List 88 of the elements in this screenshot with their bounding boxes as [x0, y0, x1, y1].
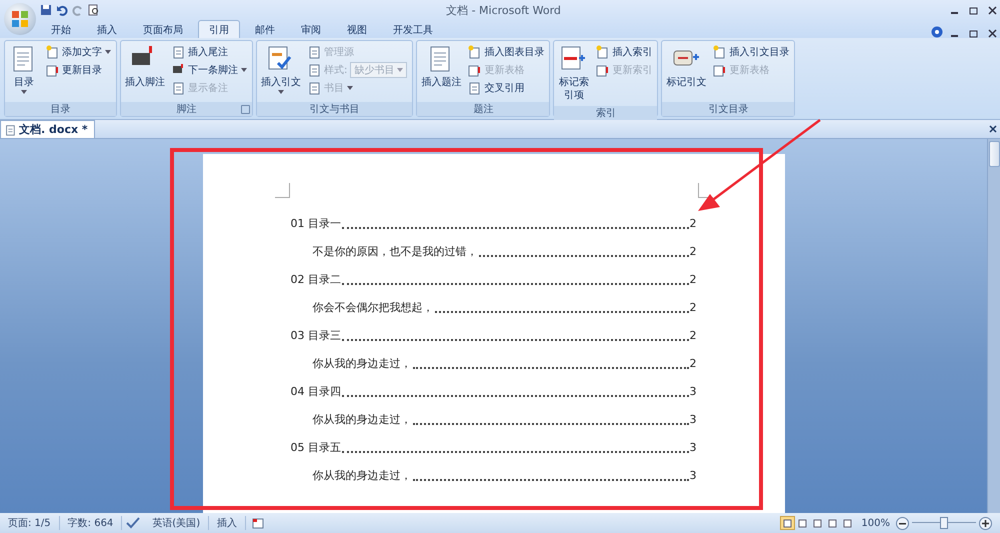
page-number: 2	[690, 272, 696, 286]
dialog-launcher[interactable]	[241, 105, 250, 114]
ribbon-tab[interactable]: 插入	[86, 20, 128, 38]
page-number: 2	[690, 328, 696, 342]
scrollbar[interactable]	[987, 139, 1000, 513]
print-preview-icon[interactable]	[88, 4, 100, 16]
page-icon	[467, 81, 482, 95]
toc-entry[interactable]: 04 目录四	[290, 384, 341, 398]
page-number: 3	[690, 440, 696, 454]
office-button[interactable]	[4, 3, 36, 35]
toc-entry[interactable]: 05 目录五	[290, 440, 341, 454]
page-exclamation-icon	[45, 63, 59, 77]
ribbon-button[interactable]: 添加文字	[43, 44, 113, 60]
ribbon-tab[interactable]: 视图	[336, 20, 378, 38]
macro-icon[interactable]	[252, 518, 264, 528]
ribbon-tab[interactable]: 开发工具	[382, 20, 444, 38]
document-icon	[4, 124, 16, 136]
page-icon	[307, 63, 321, 77]
undo-icon[interactable]	[56, 4, 68, 16]
ribbon-tab[interactable]: 审阅	[290, 20, 332, 38]
toc-entry[interactable]: 03 目录三	[290, 328, 341, 342]
insert-mode[interactable]: 插入	[209, 516, 246, 530]
toc-entry[interactable]: 你会不会偶尔把我想起，	[312, 300, 434, 314]
page-icon	[171, 45, 185, 59]
page-number: 3	[690, 412, 696, 426]
office-logo	[11, 10, 29, 28]
group-label: 脚注	[176, 102, 196, 116]
page-exclamation-icon	[467, 63, 482, 77]
ribbon-button[interactable]: 插入引文目录	[710, 44, 792, 60]
ribbon-large-button[interactable]: 插入题注	[420, 43, 462, 100]
caret-icon	[397, 68, 404, 72]
window-title: 文档 - Microsoft Word	[446, 2, 561, 18]
restore-icon[interactable]	[969, 6, 978, 14]
group-label: 引文与书目	[310, 102, 360, 116]
ribbon-large-button[interactable]: 插入脚注	[124, 43, 166, 100]
close-icon[interactable]	[988, 29, 997, 38]
page-icon	[171, 81, 185, 95]
word-count: 字数: 664	[60, 516, 122, 530]
group-label: 索引	[596, 106, 616, 120]
zoom-in-button[interactable]	[979, 516, 992, 530]
language[interactable]: 英语(美国)	[144, 516, 210, 530]
page-icon	[307, 45, 321, 59]
ribbon-tab[interactable]: 页面布局	[132, 20, 194, 38]
close-icon[interactable]	[989, 125, 997, 133]
margin-mark	[274, 183, 290, 198]
plus-icon	[982, 520, 989, 526]
ribbon-button[interactable]: 更新目录	[43, 62, 113, 78]
help-icon[interactable]	[931, 26, 943, 38]
page-number: 2	[690, 300, 696, 314]
page-exclamation-icon	[595, 63, 610, 77]
ribbon-tab[interactable]: 引用	[198, 20, 240, 38]
save-icon[interactable]	[40, 4, 52, 16]
page-number: 3	[690, 468, 696, 482]
page-icon	[307, 81, 321, 95]
page-number: 2	[690, 216, 696, 230]
ribbon-button[interactable]: 交叉引用	[465, 80, 546, 96]
toc-entry[interactable]: 你从我的身边走过，	[312, 468, 412, 482]
page-number: 3	[690, 384, 696, 398]
ribbon-button[interactable]: 插入图表目录	[465, 44, 546, 60]
scroll-thumb[interactable]	[988, 141, 1000, 167]
document-tab[interactable]: 文档. docx *	[0, 120, 95, 138]
ribbon-large-button[interactable]: 插入引文	[260, 43, 302, 100]
close-icon[interactable]	[988, 6, 997, 14]
toc-entry[interactable]: 你从我的身边走过，	[312, 412, 412, 426]
restore-icon[interactable]	[969, 29, 978, 38]
ribbon-large-button[interactable]: 标记索引项	[557, 43, 590, 104]
page-exclamation-icon	[712, 63, 726, 77]
group-label: 目录	[50, 103, 70, 116]
toc-entry[interactable]: 02 目录二	[290, 272, 341, 286]
proofing-icon[interactable]	[126, 517, 140, 529]
ribbon-large-button[interactable]: 标记引文	[665, 43, 708, 100]
ribbon-button[interactable]: 插入索引	[593, 44, 654, 60]
zoom-out-button[interactable]	[896, 516, 909, 530]
page-number: 2	[690, 356, 696, 370]
page-count: 页面: 1/5	[0, 516, 60, 530]
ribbon-button[interactable]: 下一条脚注	[169, 62, 249, 78]
group-label: 引文目录	[708, 102, 748, 116]
ribbon-large-button[interactable]: 目录	[8, 43, 40, 100]
ribbon-button[interactable]: 插入尾注	[169, 44, 249, 60]
page-number: 2	[690, 244, 696, 258]
group-label: 题注	[473, 102, 494, 116]
ribbon-tab[interactable]: 开始	[40, 20, 82, 38]
toc-entry[interactable]: 你从我的身边走过，	[312, 356, 412, 370]
zoom-level: 100%	[860, 518, 891, 528]
ribbon-tab[interactable]: 邮件	[244, 20, 286, 38]
toc-entry[interactable]: 01 目录一	[290, 216, 341, 230]
view-button[interactable]	[780, 516, 796, 530]
toc-entry[interactable]: 不是你的原因，也不是我的过错，	[312, 244, 478, 258]
